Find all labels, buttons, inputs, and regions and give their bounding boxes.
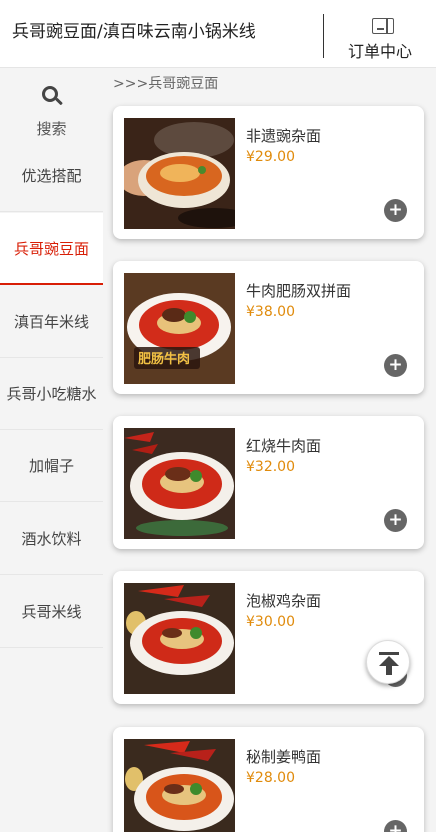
product-price: ¥29.00 bbox=[246, 149, 295, 165]
product-image: 肥肠牛肉 bbox=[124, 273, 235, 384]
search-button[interactable]: 搜索 bbox=[0, 68, 103, 140]
back-to-top-button[interactable] bbox=[366, 640, 410, 684]
product-card[interactable]: 肥肠牛肉 牛肉肥肠双拼面 ¥38.00 + bbox=[113, 261, 424, 394]
header-divider bbox=[323, 14, 324, 58]
plus-icon[interactable]: + bbox=[384, 509, 407, 532]
order-center-button[interactable]: 订单中心 bbox=[330, 14, 430, 62]
breadcrumb: >>>兵哥豌豆面 bbox=[113, 76, 219, 92]
search-label: 搜索 bbox=[36, 120, 67, 138]
product-name: 泡椒鸡杂面 bbox=[246, 592, 322, 610]
product-card[interactable]: 秘制姜鸭面 ¥28.00 + bbox=[113, 727, 424, 832]
product-price: ¥28.00 bbox=[246, 770, 295, 786]
receipt-icon bbox=[372, 17, 394, 34]
svg-text:肥肠牛肉: 肥肠牛肉 bbox=[138, 351, 190, 367]
sidebar-item-滇百年米线[interactable]: 滇百年米线 bbox=[0, 286, 103, 358]
product-image bbox=[124, 739, 235, 832]
product-card[interactable]: 非遗豌杂面 ¥29.00 + bbox=[113, 106, 424, 239]
product-image bbox=[124, 583, 235, 694]
product-image bbox=[124, 428, 235, 539]
shop-title: 兵哥豌豆面/滇百味云南小锅米线 bbox=[12, 22, 256, 42]
sidebar-item-酒水饮料[interactable]: 酒水饮料 bbox=[0, 503, 103, 575]
category-sidebar: 搜索 优选搭配 兵哥豌豆面 滇百年米线 兵哥小吃糖水 加帽子 酒水饮料 兵哥米线 bbox=[0, 68, 103, 832]
sidebar-item-兵哥米线[interactable]: 兵哥米线 bbox=[0, 576, 103, 648]
product-name: 牛肉肥肠双拼面 bbox=[246, 282, 352, 300]
order-center-label: 订单中心 bbox=[347, 42, 412, 61]
search-icon bbox=[42, 86, 63, 106]
product-price: ¥38.00 bbox=[246, 304, 295, 320]
plus-icon[interactable]: + bbox=[384, 199, 407, 222]
sidebar-item-兵哥豌豆面[interactable]: 兵哥豌豆面 bbox=[0, 213, 103, 285]
app-root: 兵哥豌豆面/滇百味云南小锅米线 订单中心 搜索 优选搭配 兵哥豌豆面 滇百年米线… bbox=[0, 0, 436, 832]
header: 兵哥豌豆面/滇百味云南小锅米线 订单中心 bbox=[0, 0, 436, 68]
product-name: 红烧牛肉面 bbox=[246, 437, 322, 455]
sidebar-item-兵哥小吃糖水[interactable]: 兵哥小吃糖水 bbox=[0, 358, 103, 430]
product-card[interactable]: 红烧牛肉面 ¥32.00 + bbox=[113, 416, 424, 549]
sidebar-item-加帽子[interactable]: 加帽子 bbox=[0, 430, 103, 502]
plus-icon[interactable]: + bbox=[384, 354, 407, 377]
product-price: ¥30.00 bbox=[246, 614, 295, 630]
product-card[interactable]: 泡椒鸡杂面 ¥30.00 + bbox=[113, 571, 424, 704]
product-price: ¥32.00 bbox=[246, 459, 295, 475]
product-image bbox=[124, 118, 235, 229]
product-name: 非遗豌杂面 bbox=[246, 127, 322, 145]
sidebar-item-优选搭配[interactable]: 优选搭配 bbox=[0, 140, 103, 212]
product-name: 秘制姜鸭面 bbox=[246, 748, 322, 766]
plus-icon[interactable]: + bbox=[384, 820, 407, 832]
product-list: >>>兵哥豌豆面 非遗豌杂面 ¥29.00 + 肥肠牛肉 牛肉肥肠双拼面 ¥38… bbox=[103, 68, 436, 832]
